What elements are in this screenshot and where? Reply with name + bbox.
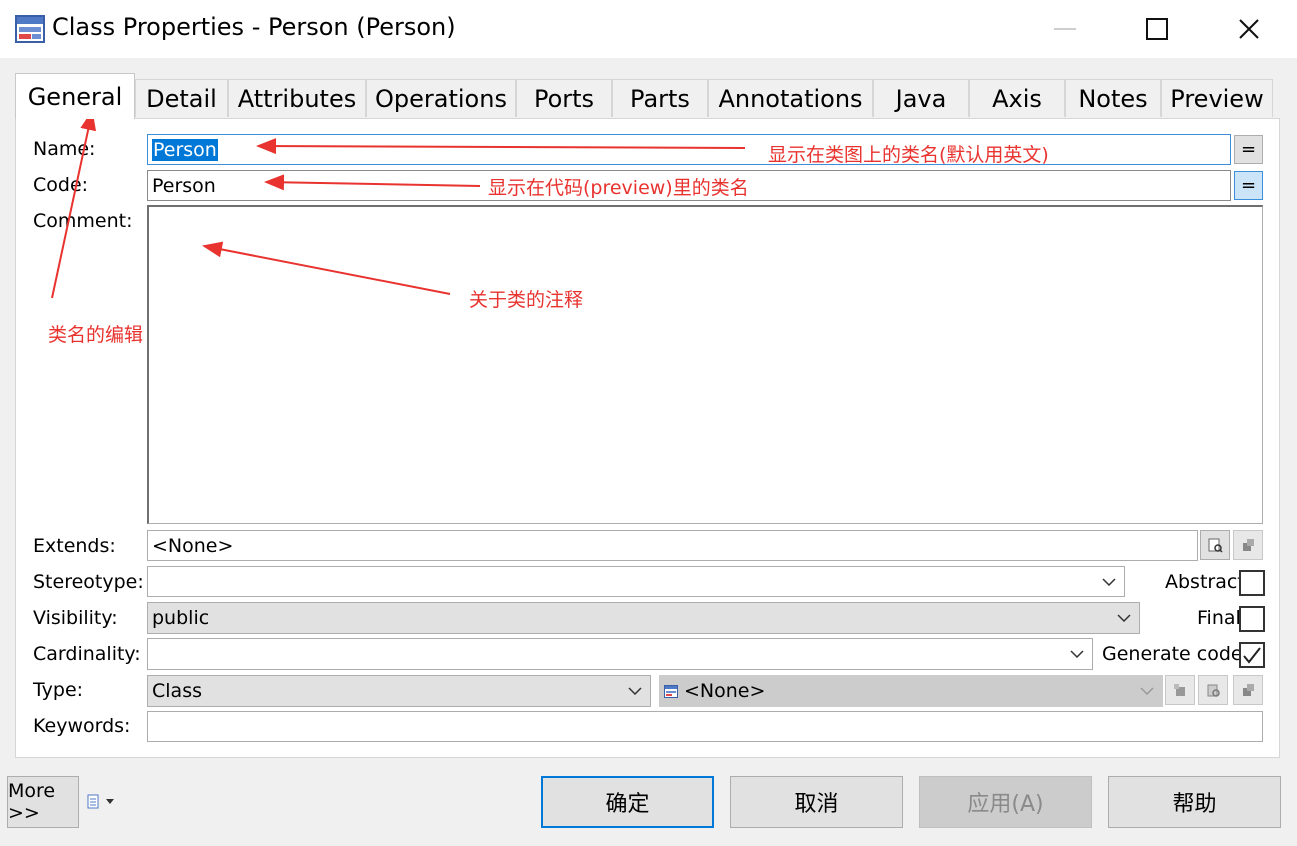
annotation-arrows [51,110,746,299]
apply-button[interactable]: 应用(A) [919,776,1092,828]
comment-annotation: 关于类的注释 [469,289,584,311]
code-annotation: 显示在代码(preview)里的类名 [488,177,749,199]
tab-annotation: 类名的编辑 [48,324,144,346]
tab-general[interactable]: General [15,73,135,119]
tab-annotation-arrow [51,110,97,299]
more-label: More >> [8,780,56,824]
dropdown-arrow-icon [106,799,114,804]
code-annotation-arrow [264,174,481,191]
comment-annotation-arrow [202,241,451,295]
print-menu-button[interactable] [86,792,120,812]
help-button[interactable]: 帮助 [1108,776,1281,828]
document-icon [87,794,99,809]
name-annotation: 显示在类图上的类名(默认用英文) [768,144,1049,166]
cancel-button[interactable]: 取消 [730,776,903,828]
ok-button[interactable]: 确定 [541,776,714,828]
more-button[interactable]: More >> [7,776,79,828]
name-annotation-arrow [256,138,746,155]
